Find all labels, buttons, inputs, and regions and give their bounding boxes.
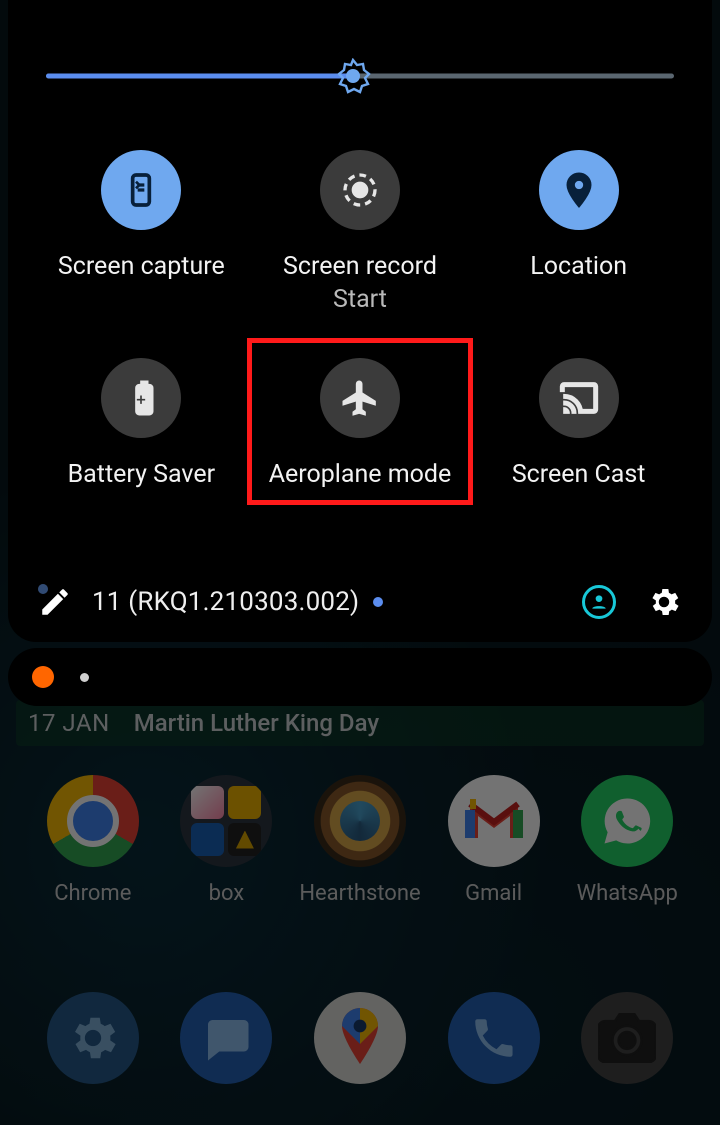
screen-record-icon [320, 150, 400, 230]
tile-label: Location [530, 252, 627, 281]
notification-dot [80, 673, 89, 682]
brightness-slider[interactable] [32, 62, 688, 90]
tile-label: Screen record [283, 252, 437, 281]
page-dot [38, 584, 48, 594]
location-icon [539, 150, 619, 230]
brightness-fill [46, 74, 353, 79]
highlight-box [247, 338, 474, 505]
home-screen: 17 JAN Martin Luther King Day Chrome box… [0, 0, 720, 1125]
cast-icon [539, 358, 619, 438]
quick-tiles-grid: Screen capture Screen record Start Locat… [32, 150, 688, 489]
tile-screen-record[interactable]: Screen record Start [251, 150, 470, 314]
page-indicator[interactable] [373, 597, 383, 607]
tile-label: Screen Cast [512, 460, 646, 489]
page-dot-active [373, 597, 383, 607]
tile-battery-saver[interactable]: Battery Saver [32, 358, 251, 489]
user-account-button[interactable] [582, 585, 616, 619]
quick-settings-footer: 11 (RKQ1.210303.002) [38, 584, 682, 620]
tile-label: Screen capture [58, 252, 225, 281]
user-icon [589, 592, 609, 612]
tile-screen-cast[interactable]: Screen Cast [469, 358, 688, 489]
battery-saver-icon [101, 358, 181, 438]
tile-aeroplane-mode[interactable]: Aeroplane mode [251, 358, 470, 489]
tile-sublabel: Start [333, 285, 387, 314]
brightness-thumb-icon[interactable] [335, 58, 371, 94]
tile-screen-capture[interactable]: Screen capture [32, 150, 251, 314]
quick-settings-panel: Screen capture Screen record Start Locat… [8, 0, 712, 642]
os-version: 11 (RKQ1.210303.002) [92, 587, 359, 617]
tile-location[interactable]: Location [469, 150, 688, 314]
tile-label: Battery Saver [68, 460, 215, 489]
notification-media-bar[interactable] [8, 648, 712, 706]
recording-indicator-icon [32, 666, 54, 688]
screen-capture-icon [101, 150, 181, 230]
settings-icon[interactable] [646, 584, 682, 620]
